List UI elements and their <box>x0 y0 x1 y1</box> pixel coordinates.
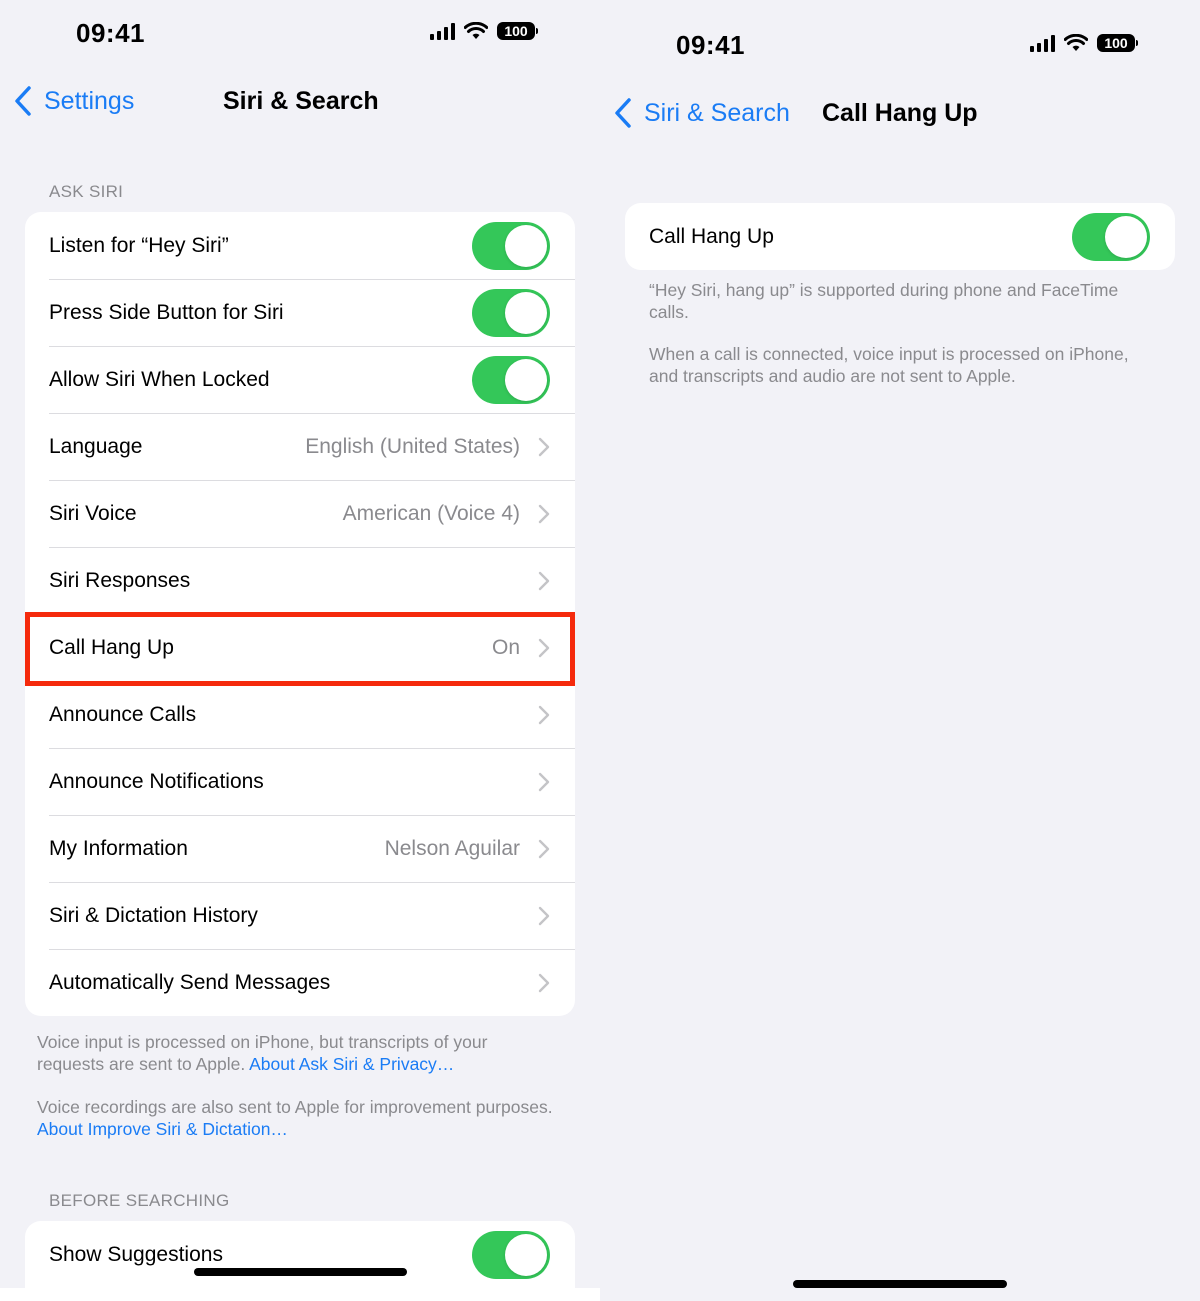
chevron-right-icon <box>538 906 550 925</box>
row-label: My Information <box>49 836 188 860</box>
back-label: Settings <box>44 86 135 115</box>
chevron-right-icon <box>538 437 550 456</box>
row-dictation-history[interactable]: Siri & Dictation History <box>25 882 575 949</box>
row-label: Siri Responses <box>49 568 191 592</box>
allow-locked-toggle[interactable] <box>472 355 550 404</box>
battery-icon: 100 <box>497 22 538 40</box>
hey-siri-toggle[interactable] <box>472 221 550 270</box>
show-suggestions-toggle[interactable] <box>472 1230 550 1279</box>
chevron-left-icon <box>615 98 631 128</box>
chevron-right-icon <box>538 571 550 590</box>
row-press-side-button[interactable]: Press Side Button for Siri <box>25 279 575 346</box>
side-button-toggle[interactable] <box>472 288 550 337</box>
row-auto-send-messages[interactable]: Automatically Send Messages <box>25 949 575 1016</box>
back-button-settings[interactable]: Settings <box>14 86 134 116</box>
row-show-suggestions[interactable]: Show Suggestions <box>25 1221 575 1288</box>
section-header-before-searching: BEFORE SEARCHING <box>49 1191 230 1210</box>
back-button-siri-search[interactable]: Siri & Search <box>614 98 790 128</box>
row-label: Listen for “Hey Siri” <box>49 233 229 257</box>
row-label: Announce Calls <box>49 702 197 726</box>
ask-siri-group: Listen for “Hey Siri” Press Side Button … <box>25 212 575 1016</box>
row-label: Allow Siri When Locked <box>49 367 270 391</box>
page-title: Siri & Search <box>223 87 379 115</box>
row-call-hang-up[interactable]: Call Hang Up On <box>25 614 575 681</box>
about-ask-siri-privacy-link[interactable]: About Ask Siri & Privacy… <box>249 1054 454 1074</box>
chevron-left-icon <box>15 86 31 116</box>
battery-level: 100 <box>497 22 535 40</box>
row-label: Announce Notifications <box>49 769 264 793</box>
row-value: English (United States) <box>305 434 520 458</box>
row-allow-when-locked[interactable]: Allow Siri When Locked <box>25 346 575 413</box>
chevron-right-icon <box>538 638 550 657</box>
row-label: Language <box>49 434 143 458</box>
cellular-signal-icon <box>430 22 455 40</box>
row-label: Siri & Dictation History <box>49 903 258 927</box>
chevron-right-icon <box>538 504 550 523</box>
row-language[interactable]: Language English (United States) <box>25 413 575 480</box>
chevron-right-icon <box>538 772 550 791</box>
ask-siri-footer-privacy: Voice input is processed on iPhone, but … <box>37 1031 557 1075</box>
row-value: American (Voice 4) <box>342 501 520 525</box>
wifi-icon <box>1064 34 1088 51</box>
about-improve-siri-link[interactable]: About Improve Siri & Dictation… <box>37 1119 288 1139</box>
row-siri-responses[interactable]: Siri Responses <box>25 547 575 614</box>
row-label: Show Suggestions <box>49 1242 223 1266</box>
ask-siri-footer-improve: Voice recordings are also sent to Apple … <box>37 1096 557 1140</box>
row-announce-notifications[interactable]: Announce Notifications <box>25 748 575 815</box>
footer-text: Voice recordings are also sent to Apple … <box>37 1097 553 1117</box>
section-header-ask-siri: ASK SIRI <box>49 182 124 201</box>
row-label: Call Hang Up <box>649 224 774 248</box>
row-my-information[interactable]: My Information Nelson Aguilar <box>25 815 575 882</box>
status-icons: 100 <box>430 22 538 40</box>
call-hang-up-footer-support: “Hey Siri, hang up” is supported during … <box>649 280 1119 322</box>
home-indicator[interactable] <box>793 1280 1007 1288</box>
wifi-icon <box>464 22 488 39</box>
call-hang-up-screen: 09:41 100 Siri & Search Call Hang Up Cal… <box>600 0 1200 1301</box>
status-icons: 100 <box>1030 34 1138 52</box>
row-listen-hey-siri[interactable]: Listen for “Hey Siri” <box>25 212 575 279</box>
bottom-strip <box>0 1288 600 1301</box>
page-title: Call Hang Up <box>822 99 978 127</box>
siri-search-screen: 09:41 100 Settings Siri & Search ASK SIR… <box>0 0 600 1301</box>
home-indicator[interactable] <box>194 1268 407 1276</box>
row-announce-calls[interactable]: Announce Calls <box>25 681 575 748</box>
back-label: Siri & Search <box>644 98 790 127</box>
row-label: Siri Voice <box>49 501 137 525</box>
call-hang-up-toggle[interactable] <box>1072 212 1150 261</box>
status-time: 09:41 <box>76 18 145 48</box>
row-label: Press Side Button for Siri <box>49 300 284 324</box>
chevron-right-icon <box>538 839 550 858</box>
row-value: On <box>491 635 520 659</box>
chevron-right-icon <box>538 705 550 724</box>
battery-level: 100 <box>1097 34 1135 52</box>
status-time: 09:41 <box>676 30 745 60</box>
row-label: Automatically Send Messages <box>49 970 331 994</box>
row-siri-voice[interactable]: Siri Voice American (Voice 4) <box>25 480 575 547</box>
chevron-right-icon <box>538 973 550 992</box>
row-value: Nelson Aguilar <box>384 836 520 860</box>
call-hang-up-footer-privacy: When a call is connected, voice input is… <box>649 344 1129 386</box>
row-label: Call Hang Up <box>49 635 174 659</box>
call-hang-up-group: Call Hang Up <box>625 203 1175 270</box>
cellular-signal-icon <box>1030 34 1055 52</box>
row-call-hang-up[interactable]: Call Hang Up <box>625 203 1175 270</box>
before-searching-group: Show Suggestions <box>25 1221 575 1288</box>
battery-icon: 100 <box>1097 34 1138 52</box>
